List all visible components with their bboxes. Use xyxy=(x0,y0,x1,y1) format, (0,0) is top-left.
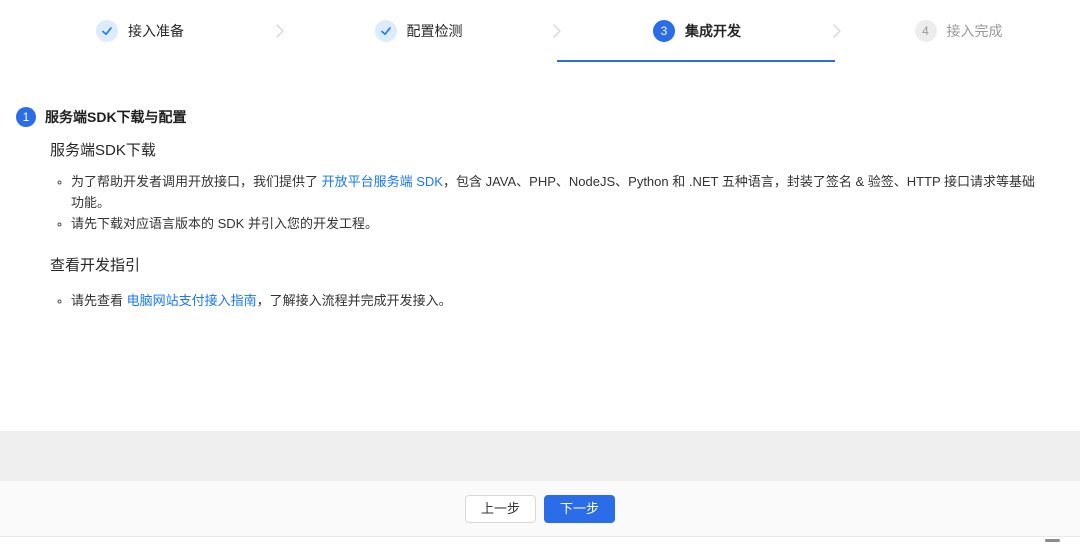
bullet-text: ，了解接入流程并完成开发接入。 xyxy=(257,293,452,308)
bullet-text: 请先下载对应语言版本的 SDK 并引入您的开发工程。 xyxy=(71,216,378,231)
sdk-bullet-1: 为了帮助开发者调用开放接口，我们提供了 开放平台服务端 SDK，包含 JAVA、… xyxy=(71,171,1040,213)
check-icon xyxy=(101,25,113,37)
open-platform-sdk-link[interactable]: 开放平台服务端 SDK xyxy=(322,174,443,189)
sdk-download-heading: 服务端SDK下载 xyxy=(50,140,1040,162)
guide-bullet-list: 请先查看 电脑网站支付接入指南，了解接入流程并完成开发接入。 xyxy=(50,290,1040,311)
next-step-button[interactable]: 下一步 xyxy=(544,495,615,523)
step-done-circle xyxy=(375,20,397,42)
step-label: 配置检测 xyxy=(407,20,463,42)
step-number-circle: 3 xyxy=(653,20,675,42)
section-title: 服务端SDK下载与配置 xyxy=(45,107,187,127)
step-item-access-done: 4 接入完成 xyxy=(837,0,1080,62)
bottom-strip xyxy=(0,537,1080,544)
previous-step-button[interactable]: 上一步 xyxy=(465,495,536,523)
step-item-integration-dev[interactable]: 3 集成开发 xyxy=(557,0,837,62)
bullet-text: 为了帮助开发者调用开放接口，我们提供了 xyxy=(71,174,322,189)
section-number-badge: 1 xyxy=(16,107,36,127)
wizard-stepbar: 接入准备 配置检测 3 集成开发 4 接入完成 xyxy=(0,0,1080,62)
section-header: 1 服务端SDK下载与配置 xyxy=(16,107,1080,127)
step-item-config-check[interactable]: 配置检测 xyxy=(280,0,557,62)
check-icon xyxy=(380,25,392,37)
sdk-bullet-list: 为了帮助开发者调用开放接口，我们提供了 开放平台服务端 SDK，包含 JAVA、… xyxy=(50,171,1040,234)
section-body: 服务端SDK下载 为了帮助开发者调用开放接口，我们提供了 开放平台服务端 SDK… xyxy=(50,140,1080,311)
dev-guide-heading: 查看开发指引 xyxy=(50,255,1040,277)
pc-website-payment-guide-link[interactable]: 电脑网站支付接入指南 xyxy=(127,293,257,308)
wizard-footer: 上一步 下一步 xyxy=(0,481,1080,537)
step-item-access-prep[interactable]: 接入准备 xyxy=(0,0,280,62)
step-label: 接入完成 xyxy=(947,20,1003,42)
step-label: 接入准备 xyxy=(128,20,184,42)
main-content: 1 服务端SDK下载与配置 服务端SDK下载 为了帮助开发者调用开放接口，我们提… xyxy=(0,62,1080,311)
bullet-text: 请先查看 xyxy=(71,293,127,308)
step-done-circle xyxy=(96,20,118,42)
step-label: 集成开发 xyxy=(685,20,741,42)
sdk-bullet-2: 请先下载对应语言版本的 SDK 并引入您的开发工程。 xyxy=(71,213,1040,234)
step-number-circle: 4 xyxy=(915,20,937,42)
guide-bullet-1: 请先查看 电脑网站支付接入指南，了解接入流程并完成开发接入。 xyxy=(71,290,1040,311)
gray-divider-band xyxy=(0,431,1080,481)
horizontal-scrollbar-thumb[interactable] xyxy=(1045,539,1060,542)
